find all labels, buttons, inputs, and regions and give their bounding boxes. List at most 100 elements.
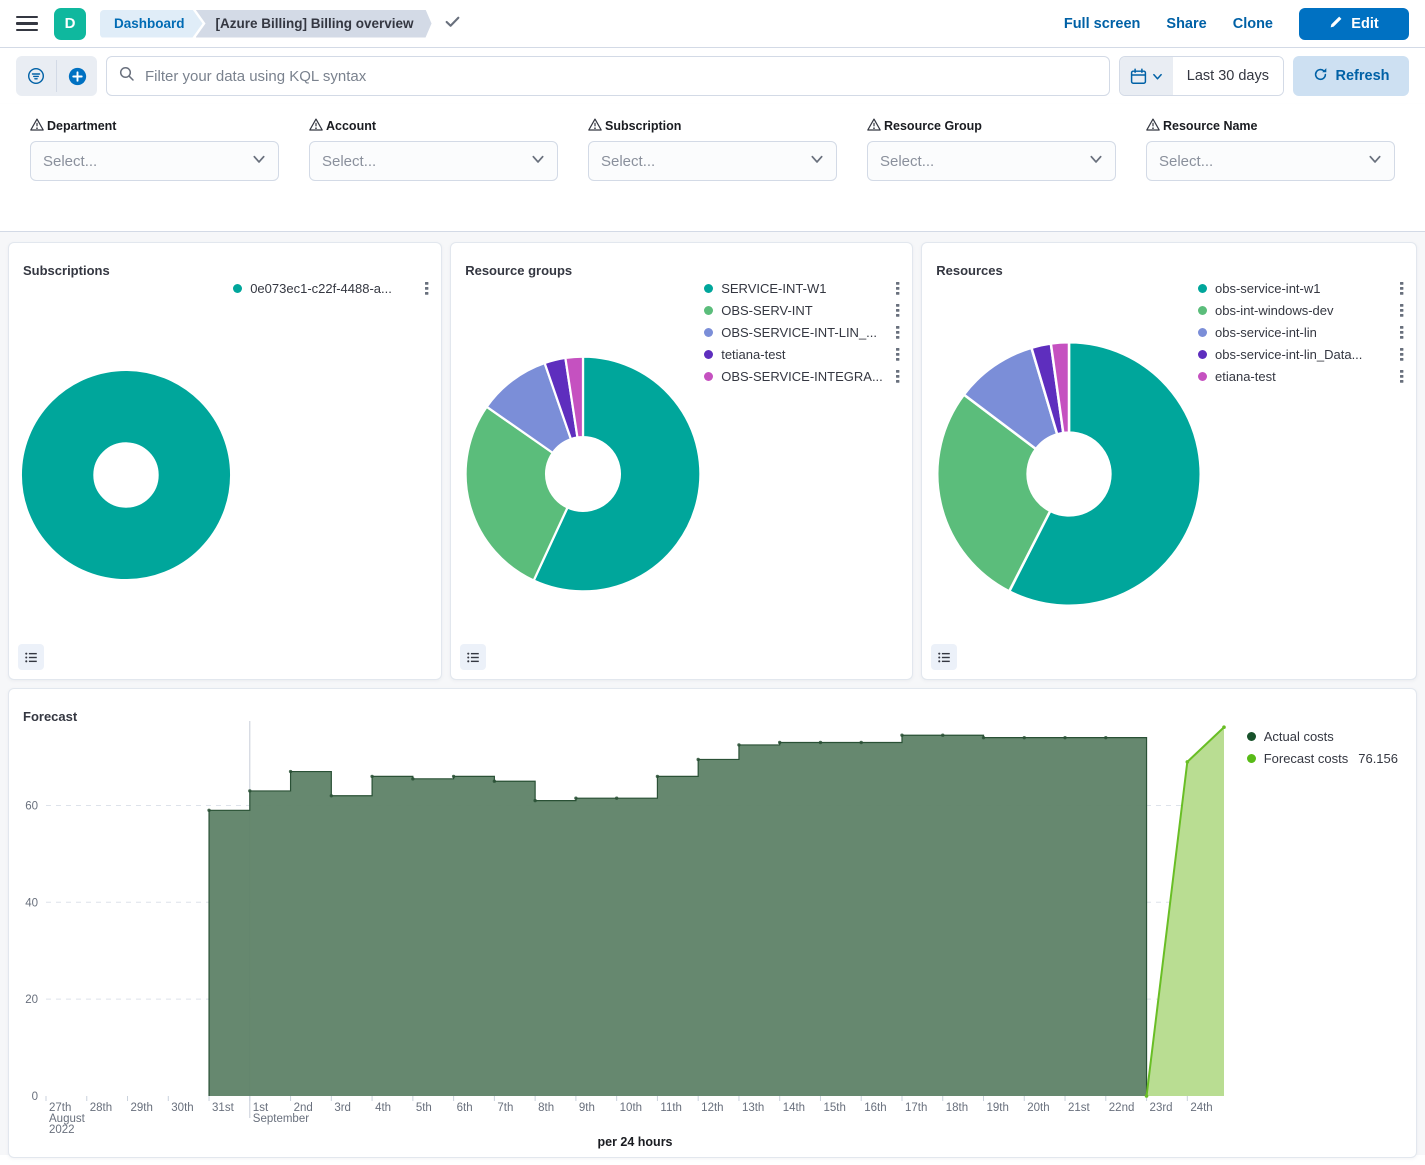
legend-label: Actual costs — [1264, 729, 1398, 744]
legend-options-icon[interactable] — [894, 304, 902, 317]
series-color-dot — [704, 328, 713, 337]
series-color-dot — [704, 372, 713, 381]
pencil-icon — [1329, 15, 1343, 33]
full-screen-button[interactable]: Full screen — [1064, 16, 1141, 32]
legend-item[interactable]: 0e073ec1-c22f-4488-a... — [233, 277, 431, 299]
legend-label: obs-service-int-w1 — [1215, 281, 1390, 296]
forecast-area-chart[interactable]: 020406027thAugust202228th29th30th31st1st… — [9, 715, 1419, 1153]
legend-item[interactable]: obs-service-int-w1 — [1198, 277, 1406, 299]
add-filter-icon[interactable] — [57, 56, 97, 96]
query-bar: Last 30 days Refresh — [0, 48, 1425, 104]
svg-text:3rd: 3rd — [334, 1102, 351, 1114]
subscriptions-donut-chart[interactable] — [17, 366, 235, 584]
legend-item[interactable]: obs-service-int-lin — [1198, 321, 1406, 343]
warning-icon — [867, 118, 881, 134]
legend-label: tetiana-test — [721, 347, 886, 362]
svg-text:20th: 20th — [1027, 1102, 1049, 1114]
legend-toggle-icon[interactable] — [931, 644, 957, 670]
legend-options-icon[interactable] — [894, 348, 902, 361]
svg-text:10th: 10th — [620, 1102, 642, 1114]
control-department: Department Select... — [30, 118, 279, 181]
svg-text:15th: 15th — [823, 1102, 845, 1114]
legend-label: OBS-SERV-INT — [721, 303, 886, 318]
legend-label: obs-service-int-lin_Data... — [1215, 347, 1390, 362]
kql-search-input[interactable] — [143, 67, 1097, 86]
panel-title: Resource groups — [451, 254, 912, 278]
legend-item[interactable]: tetiana-test — [704, 343, 902, 365]
breadcrumb-current-page: [Azure Billing] Billing overview — [196, 10, 432, 38]
series-color-dot — [704, 350, 713, 359]
calendar-icon[interactable] — [1120, 57, 1173, 95]
share-button[interactable]: Share — [1166, 16, 1206, 32]
panel-subscriptions: Subscriptions 0e073ec1-c22f-4488-a... — [8, 242, 442, 680]
legend-label: SERVICE-INT-W1 — [721, 281, 886, 296]
series-color-dot — [704, 284, 713, 293]
svg-text:29th: 29th — [131, 1102, 153, 1114]
svg-text:18th: 18th — [946, 1102, 968, 1114]
legend-options-icon[interactable] — [1398, 370, 1406, 383]
legend-options-icon[interactable] — [1398, 304, 1406, 317]
legend-toggle-icon[interactable] — [18, 644, 44, 670]
svg-text:30th: 30th — [171, 1102, 193, 1114]
svg-text:21st: 21st — [1068, 1102, 1091, 1114]
series-color-dot — [1247, 732, 1256, 741]
legend-item[interactable]: etiana-test — [1198, 365, 1406, 387]
space-avatar[interactable]: D — [54, 8, 86, 40]
legend-options-icon[interactable] — [894, 326, 902, 339]
svg-text:20: 20 — [25, 994, 38, 1006]
saved-query-icon[interactable] — [16, 56, 56, 96]
legend-item[interactable]: Forecast costs76.156 — [1247, 747, 1398, 769]
svg-text:8th: 8th — [538, 1102, 554, 1114]
resource-name-select[interactable]: Select... — [1146, 141, 1395, 181]
resource-groups-donut-chart[interactable] — [460, 351, 706, 597]
legend-label: OBS-SERVICE-INTEGRA... — [721, 369, 886, 384]
menu-icon[interactable] — [16, 16, 38, 32]
legend-options-icon[interactable] — [1398, 348, 1406, 361]
edit-button[interactable]: Edit — [1299, 8, 1409, 40]
legend-options-icon[interactable] — [1398, 282, 1406, 295]
legend-item[interactable]: OBS-SERVICE-INTEGRA... — [704, 365, 902, 387]
svg-text:0: 0 — [32, 1091, 38, 1103]
chevron-down-icon — [1089, 152, 1103, 171]
chevron-down-icon — [252, 152, 266, 171]
resources-donut-chart[interactable] — [931, 336, 1207, 612]
dashboard-controls: Department Select... Account Select... S… — [0, 104, 1425, 232]
search-icon — [119, 66, 135, 87]
breadcrumb: Dashboard [Azure Billing] Billing overvi… — [100, 10, 432, 38]
breadcrumb-dashboard[interactable]: Dashboard — [100, 10, 203, 38]
resource-group-select[interactable]: Select... — [867, 141, 1116, 181]
control-resource-group: Resource Group Select... — [867, 118, 1116, 181]
panel-forecast: Forecast 020406027thAugust202228th29th30… — [8, 688, 1417, 1158]
control-subscription: Subscription Select... — [588, 118, 837, 181]
panel-resource-groups: Resource groups SERVICE-INT-W1 OBS-SERV-I… — [450, 242, 913, 680]
legend-item[interactable]: SERVICE-INT-W1 — [704, 277, 902, 299]
account-select[interactable]: Select... — [309, 141, 558, 181]
svg-text:2nd: 2nd — [294, 1102, 313, 1114]
legend-options-icon[interactable] — [1398, 326, 1406, 339]
legend-options-icon[interactable] — [894, 282, 902, 295]
legend-label: 0e073ec1-c22f-4488-a... — [250, 281, 415, 296]
warning-icon — [588, 118, 602, 134]
legend-item[interactable]: obs-service-int-lin_Data... — [1198, 343, 1406, 365]
svg-text:16th: 16th — [864, 1102, 886, 1114]
legend-options-icon[interactable] — [423, 282, 431, 295]
series-color-dot — [1198, 328, 1207, 337]
chevron-down-icon — [810, 152, 824, 171]
warning-icon — [30, 118, 44, 134]
legend-item[interactable]: Actual costs — [1247, 725, 1398, 747]
chevron-down-icon — [1368, 152, 1382, 171]
svg-text:4th: 4th — [375, 1102, 391, 1114]
time-range-button[interactable]: Last 30 days — [1173, 57, 1283, 95]
legend-toggle-icon[interactable] — [460, 644, 486, 670]
legend-item[interactable]: OBS-SERVICE-INT-LIN_... — [704, 321, 902, 343]
subscription-select[interactable]: Select... — [588, 141, 837, 181]
legend-item[interactable]: OBS-SERV-INT — [704, 299, 902, 321]
department-select[interactable]: Select... — [30, 141, 279, 181]
svg-text:6th: 6th — [457, 1102, 473, 1114]
refresh-button[interactable]: Refresh — [1293, 56, 1409, 96]
svg-text:7th: 7th — [497, 1102, 513, 1114]
kql-search-box — [106, 56, 1110, 96]
clone-button[interactable]: Clone — [1233, 16, 1273, 32]
legend-options-icon[interactable] — [894, 370, 902, 383]
legend-item[interactable]: obs-int-windows-dev — [1198, 299, 1406, 321]
